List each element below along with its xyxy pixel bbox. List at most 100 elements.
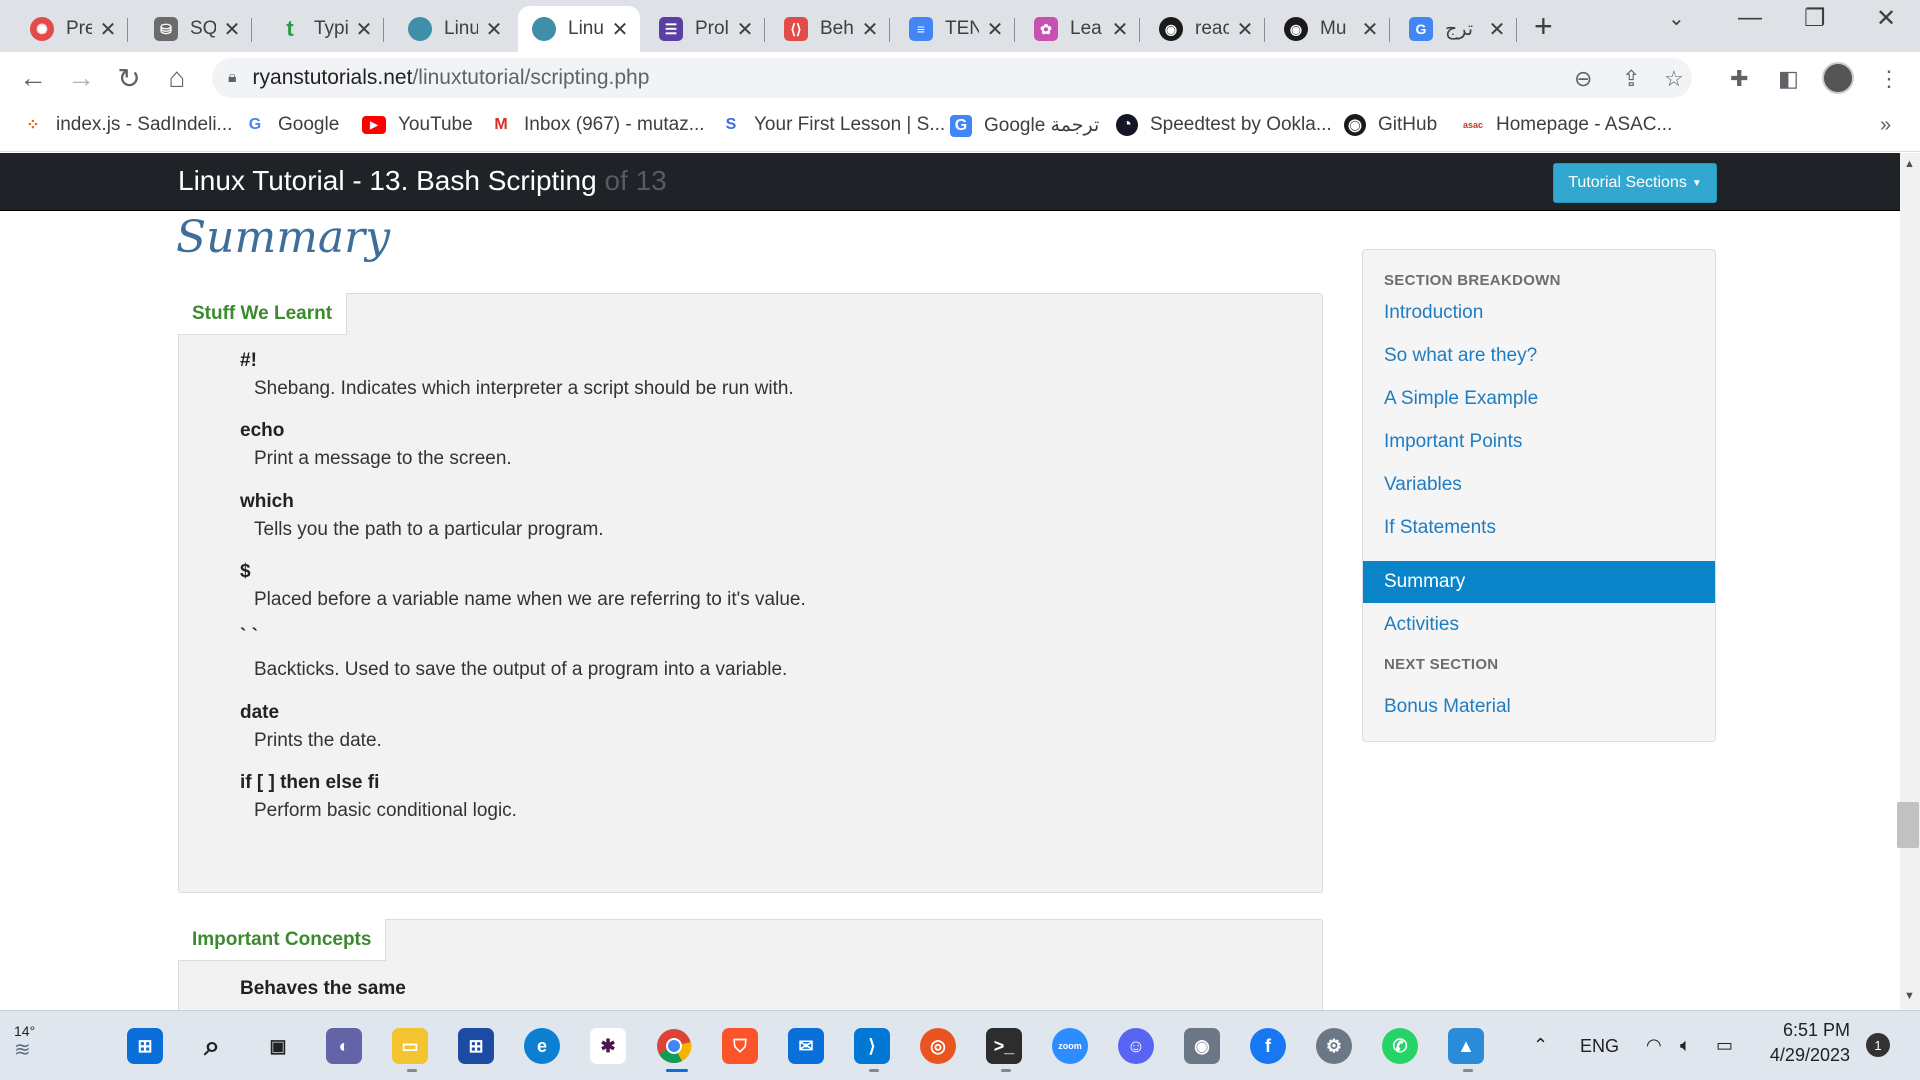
close-icon[interactable]: ✕ [860,17,880,42]
sidebar-item-simple-example[interactable]: A Simple Example [1363,378,1715,420]
close-icon[interactable]: ✕ [354,17,374,42]
facebook-icon[interactable]: f [1250,1028,1286,1064]
sidebar-item-if-statements[interactable]: If Statements [1363,507,1715,549]
scroll-down-icon[interactable]: ▼ [1904,990,1915,1002]
settings-gear-icon[interactable]: ⚙ [1316,1028,1352,1064]
forward-icon[interactable]: → [64,62,98,94]
show-hidden-icons-chevron-icon[interactable]: ⌃ [1533,1035,1548,1056]
discord-icon[interactable]: ☺ [1118,1028,1154,1064]
brave-icon[interactable]: ⛉ [722,1028,758,1064]
browser-tab[interactable]: ⟨⟩ Beh ✕ [770,6,890,52]
more-bookmarks-icon[interactable]: » [1880,114,1891,137]
browser-tab[interactable]: Linu ✕ [394,6,514,52]
scrollbar-thumb[interactable] [1897,802,1919,848]
share-icon[interactable]: ⇪ [1622,66,1640,92]
tutorial-sections-button[interactable]: Tutorial Sections ▼ [1553,163,1717,203]
camera-icon[interactable]: ◉ [1184,1028,1220,1064]
close-icon[interactable]: ✕ [484,17,504,42]
file-explorer-icon[interactable]: ▭ [392,1028,428,1064]
browser-tab[interactable]: G ترج ✕ [1395,6,1517,52]
slack-icon[interactable]: ✱ [590,1028,626,1064]
close-icon[interactable]: ✕ [98,17,118,42]
bookmark-item[interactable]: ⁘ index.js - SadIndeli... [22,114,232,136]
browser-tab-active[interactable]: Linu ✕ [518,6,640,52]
profile-avatar[interactable] [1822,62,1854,94]
browser-tab[interactable]: ✺ Prep ✕ [16,6,128,52]
bookmark-item[interactable]: ◉ GitHub [1344,114,1437,136]
close-icon[interactable]: ✕ [1110,17,1130,42]
side-panel-icon[interactable]: ◧ [1778,66,1799,92]
bookmark-item[interactable]: G Google ترجمة [950,114,1099,137]
bookmark-item[interactable]: ▶ YouTube [362,114,473,136]
terminal-icon[interactable]: >_ [986,1028,1022,1064]
close-window-icon[interactable]: ✕ [1876,4,1896,33]
browser-tab[interactable]: ☰ Prol ✕ [645,6,765,52]
bookmark-item[interactable]: S Your First Lesson | S... [720,114,946,136]
bookmark-item[interactable]: M Inbox (967) - mutaz... [490,114,704,136]
sidebar-item-variables[interactable]: Variables [1363,464,1715,506]
close-icon[interactable]: ✕ [1360,17,1380,42]
zoom-icon[interactable]: ⊖ [1574,66,1592,92]
start-icon[interactable]: ⊞ [127,1028,163,1064]
scroll-up-icon[interactable]: ▲ [1904,158,1915,170]
sidebar-item-bonus-material[interactable]: Bonus Material [1363,686,1715,728]
sidebar-item-introduction[interactable]: Introduction [1363,292,1715,334]
sidebar-item-summary[interactable]: Summary [1363,561,1715,603]
home-icon[interactable]: ⌂ [160,62,194,94]
bookmark-item[interactable]: ◔ Speedtest by Ookla... [1116,114,1332,136]
bookmark-item[interactable]: asac Homepage - ASAC... [1462,114,1672,136]
minimize-icon[interactable]: — [1738,4,1762,32]
task-view-icon[interactable]: ▣ [260,1028,296,1064]
tab-search-chevron-icon[interactable]: ⌄ [1668,6,1685,31]
whatsapp-icon[interactable]: ✆ [1382,1028,1418,1064]
extensions-icon[interactable]: ✚ [1730,66,1748,92]
back-icon[interactable]: ← [16,62,50,94]
sidebar-item-so-what-are-they[interactable]: So what are they? [1363,335,1715,377]
panel-tab-important-concepts[interactable]: Important Concepts [178,919,387,961]
sidebar-item-important-points[interactable]: Important Points [1363,421,1715,463]
bookmark-star-icon[interactable]: ☆ [1664,66,1684,92]
language-indicator[interactable]: ENG [1580,1036,1619,1057]
zoom-icon[interactable]: zoom [1052,1028,1088,1064]
microsoft-store-icon[interactable]: ⊞ [458,1028,494,1064]
bookmark-item[interactable]: G Google [244,114,340,136]
close-icon[interactable]: ✕ [1487,17,1507,42]
browser-tab[interactable]: ≡ TEN ✕ [895,6,1015,52]
sidebar-item-activities[interactable]: Activities [1363,604,1715,646]
vscode-icon[interactable]: ⟩ [854,1028,890,1064]
clock-time[interactable]: 6:51 PM [1764,1020,1850,1041]
browser-tab[interactable]: ✿ Lea ✕ [1020,6,1140,52]
browser-tab[interactable]: ⛁ SQL ✕ [140,6,252,52]
restore-icon[interactable]: ❐ [1804,4,1826,33]
teams-icon[interactable]: ◐ [326,1028,362,1064]
close-icon[interactable]: ✕ [985,17,1005,42]
notification-badge[interactable]: 1 [1866,1033,1890,1057]
close-icon[interactable]: ✕ [222,17,242,42]
ubuntu-icon[interactable]: ◎ [920,1028,956,1064]
weather-widget[interactable]: 14° ≋ [14,1023,35,1062]
address-bar[interactable]: 🔒︎ ryanstutorials.net/linuxtutorial/scri… [212,58,1692,98]
panel-tab-stuff-learnt[interactable]: Stuff We Learnt [178,293,348,335]
volume-icon[interactable]: 🔈︎ [1680,1035,1691,1056]
prep-icon: ✺ [30,17,54,41]
search-icon[interactable]: ⌕ [194,1028,230,1064]
lock-icon[interactable]: 🔒︎ [228,69,237,87]
new-tab-icon[interactable]: + [1534,8,1553,45]
battery-icon[interactable]: ▭ [1716,1035,1733,1056]
photos-icon[interactable]: ▲ [1448,1028,1484,1064]
chrome-icon[interactable] [656,1028,692,1064]
clock-date[interactable]: 4/29/2023 [1750,1045,1850,1066]
ryan-icon [408,17,432,41]
wifi-icon[interactable]: ◠ [1646,1035,1662,1056]
close-icon[interactable]: ✕ [1235,17,1255,42]
page-scrollbar[interactable] [1900,153,1920,1010]
edge-icon[interactable]: e [524,1028,560,1064]
close-icon[interactable]: ✕ [610,17,630,42]
browser-tab[interactable]: ◉ reac ✕ [1145,6,1265,52]
menu-icon[interactable]: ⋮ [1878,66,1900,92]
browser-tab[interactable]: t Typi ✕ [264,6,384,52]
mail-icon[interactable]: ✉ [788,1028,824,1064]
browser-tab[interactable]: ◉ Mu ✕ [1270,6,1390,52]
close-icon[interactable]: ✕ [735,17,755,42]
reload-icon[interactable]: ↻ [112,62,146,95]
